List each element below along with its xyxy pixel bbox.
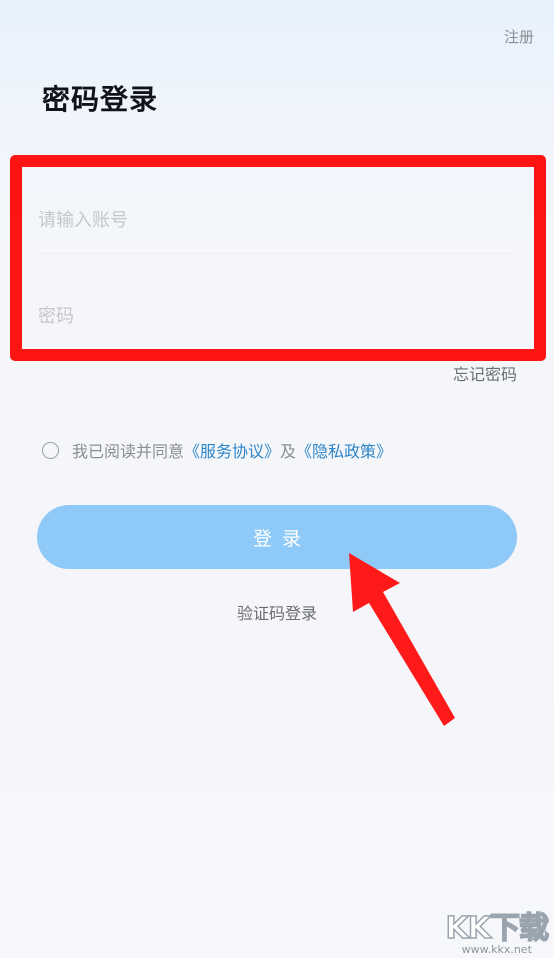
forgot-password-link[interactable]: 忘记密码: [453, 361, 517, 385]
agreement-checkbox[interactable]: [42, 441, 59, 459]
sms-login-link[interactable]: 验证码登录: [0, 600, 554, 624]
login-button[interactable]: 登录: [37, 505, 517, 569]
watermark: KK下载 www.kkx.net: [445, 903, 550, 956]
agreement-row: 我已阅读并同意 《服务协议》 及 《隐私政策》: [42, 438, 392, 462]
register-link[interactable]: 注册: [504, 26, 534, 47]
agreement-conjunction: 及: [280, 442, 297, 461]
annotation-highlight-box: [10, 155, 546, 361]
privacy-policy-link[interactable]: 《隐私政策》: [296, 438, 392, 462]
page-title: 密码登录: [42, 83, 159, 116]
annotation-arrow-shape: [349, 553, 455, 726]
annotation-arrow: [349, 553, 455, 726]
watermark-logo: KK下载: [445, 910, 550, 947]
service-agreement-link[interactable]: 《服务协议》: [184, 438, 280, 462]
agreement-prefix: 我已阅读并同意: [72, 442, 185, 461]
